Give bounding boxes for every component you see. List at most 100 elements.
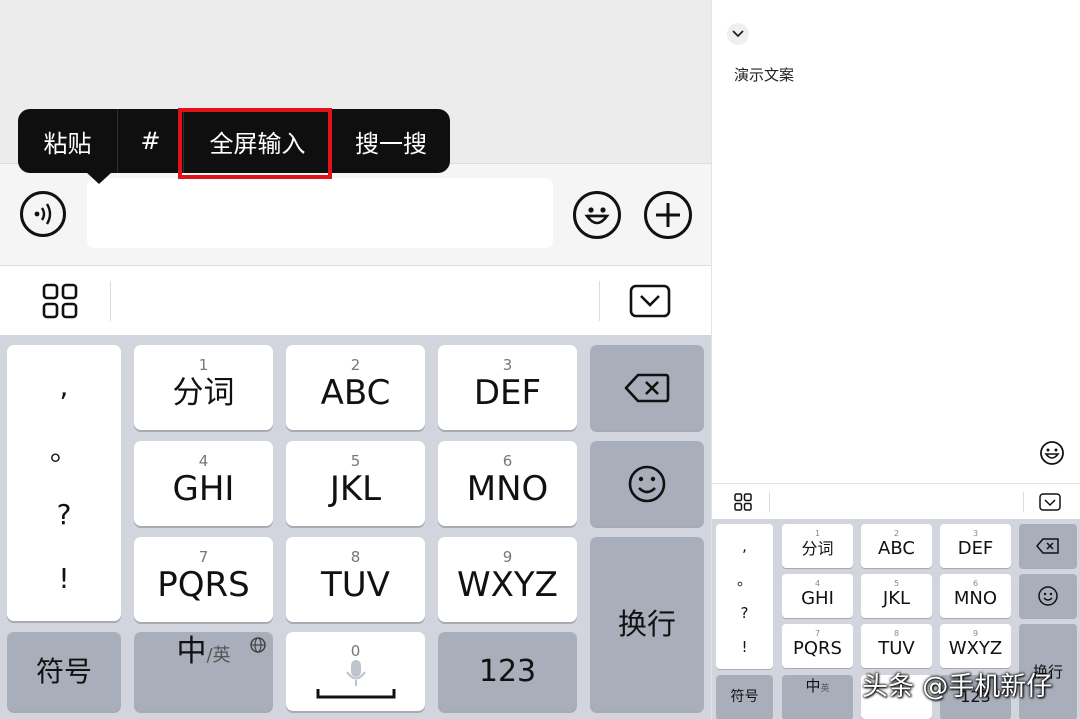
symbols-key[interactable]: 符号 xyxy=(7,632,121,711)
enter-key[interactable]: 换行 xyxy=(590,537,704,711)
key-number: 4 xyxy=(198,451,209,470)
emoji-key[interactable] xyxy=(590,441,704,526)
space-key[interactable]: 0 xyxy=(286,632,425,711)
key-9[interactable]: 9 WXYZ xyxy=(940,624,1011,668)
key-number: 5 xyxy=(350,451,361,470)
key-1[interactable]: 1 分词 xyxy=(782,524,853,568)
key-label: DEF xyxy=(473,372,542,413)
punct-comma[interactable]: , xyxy=(60,367,69,407)
key-number: 3 xyxy=(502,355,513,374)
note-text[interactable]: 演示文案 xyxy=(734,64,794,85)
key-2[interactable]: 2 ABC xyxy=(286,345,425,430)
key-4[interactable]: 4 GHI xyxy=(782,574,853,618)
key-8[interactable]: 8 TUV xyxy=(286,537,425,622)
lang-en: 英 xyxy=(820,684,830,694)
lang-cn: 中 xyxy=(805,677,821,695)
key-3[interactable]: 3 DEF xyxy=(940,524,1011,568)
highlight-box xyxy=(178,108,332,179)
key-label: 分词 xyxy=(801,539,834,558)
punct-comma[interactable]: , xyxy=(742,535,747,557)
collapse-keyboard-icon[interactable] xyxy=(1039,493,1061,511)
key-number: 7 xyxy=(814,629,821,638)
key-3[interactable]: 3 DEF xyxy=(438,345,577,430)
key-1[interactable]: 1 分词 xyxy=(134,345,273,430)
key-label: 分词 xyxy=(172,374,235,411)
lang-en: 英 xyxy=(212,645,231,666)
smiley-icon xyxy=(1038,586,1058,606)
key-label: JKL xyxy=(329,468,382,509)
menu-item-search[interactable]: 搜一搜 xyxy=(332,109,450,173)
punct-period[interactable]: 。 xyxy=(50,431,78,471)
key-label: JKL xyxy=(882,588,911,609)
key-8[interactable]: 8 TUV xyxy=(861,624,932,668)
enter-label: 换行 xyxy=(617,607,676,641)
backspace-key[interactable] xyxy=(590,345,704,430)
punct-period[interactable]: 。 xyxy=(737,569,752,591)
key-number: 1 xyxy=(198,355,209,374)
toolbar-divider xyxy=(769,492,770,512)
toolbar-divider xyxy=(1023,492,1024,512)
key-number: 2 xyxy=(893,529,900,538)
key-label: PQRS xyxy=(793,638,842,659)
symbols-key[interactable]: 符号 xyxy=(716,675,773,719)
key-number: 9 xyxy=(502,547,513,566)
menu-item-hashtag[interactable]: # xyxy=(118,109,184,173)
key-number: 8 xyxy=(350,547,361,566)
key-number: 7 xyxy=(198,547,209,566)
key-label: TUV xyxy=(878,638,915,659)
punctuation-column[interactable]: , 。 ? ! xyxy=(716,524,773,669)
number-label: 123 xyxy=(478,653,537,689)
key-4[interactable]: 4 GHI xyxy=(134,441,273,526)
key-7[interactable]: 7 PQRS xyxy=(782,624,853,668)
grid-icon[interactable] xyxy=(734,493,752,511)
key-label: TUV xyxy=(321,564,390,605)
toolbar-divider xyxy=(110,281,111,321)
key-5[interactable]: 5 JKL xyxy=(286,441,425,526)
key-9[interactable]: 9 WXYZ xyxy=(438,537,577,622)
backspace-key[interactable] xyxy=(1019,524,1077,568)
space-bar-icon xyxy=(316,688,395,698)
backspace-icon xyxy=(1036,538,1059,554)
keyboard: , 。 ? ! 1 分词 2 ABC 3 DEF 4 GHI 5 JKL 6 MNO 7 PQ… xyxy=(0,335,711,719)
language-toggle-key[interactable]: 中 / 英 xyxy=(134,632,273,711)
punct-question[interactable]: ? xyxy=(57,495,72,535)
punct-exclaim[interactable]: ! xyxy=(741,636,747,658)
key-label: PQRS xyxy=(157,564,250,605)
key-number: 3 xyxy=(972,529,979,538)
key-5[interactable]: 5 JKL xyxy=(861,574,932,618)
voice-wave-icon[interactable] xyxy=(20,191,66,237)
keyboard-toolbar xyxy=(0,265,711,335)
left-screenshot: 粘贴 # 全屏输入 搜一搜 , 。 ? ! 1分词 2 ABC 3 DEF 4 … xyxy=(0,0,711,719)
key-label: GHI xyxy=(801,588,834,609)
key-number: 1 xyxy=(814,529,821,538)
smiley-icon xyxy=(628,465,666,502)
key-label: ABC xyxy=(878,538,915,559)
key-7[interactable]: 7 PQRS xyxy=(134,537,273,622)
number-key[interactable]: 123 xyxy=(438,632,577,711)
key-6[interactable]: 6 MNO xyxy=(940,574,1011,618)
key-number: 2 xyxy=(350,355,361,374)
key-6[interactable]: 6 MNO xyxy=(438,441,577,526)
collapse-keyboard-icon[interactable] xyxy=(629,284,671,318)
right-screenshot: 演示文案 , 。 ? ! 1 分词 2 ABC 3 DEF 4 GHI 5 JK… xyxy=(711,0,1080,719)
key-label: MNO xyxy=(953,588,998,609)
grid-icon[interactable] xyxy=(42,283,78,319)
symbols-label: 符号 xyxy=(35,654,92,688)
menu-item-paste[interactable]: 粘贴 xyxy=(18,109,118,173)
key-number: 5 xyxy=(893,579,900,588)
emoji-icon[interactable] xyxy=(1039,440,1065,466)
key-number: 8 xyxy=(893,629,900,638)
globe-icon xyxy=(250,637,266,653)
message-input[interactable] xyxy=(87,178,553,248)
watermark: 头条 @手机新仔 xyxy=(862,672,1053,702)
chevron-down-icon[interactable] xyxy=(727,23,749,45)
punct-question[interactable]: ? xyxy=(741,602,749,624)
language-toggle-key[interactable]: 中英 xyxy=(782,675,853,719)
menu-pointer xyxy=(86,172,112,184)
key-2[interactable]: 2 ABC xyxy=(861,524,932,568)
punct-exclaim[interactable]: ! xyxy=(58,559,69,599)
plus-icon[interactable] xyxy=(644,191,692,239)
emoji-key[interactable] xyxy=(1019,574,1077,618)
punctuation-column[interactable]: , 。 ? ! xyxy=(7,345,121,621)
emoji-icon[interactable] xyxy=(573,191,621,239)
